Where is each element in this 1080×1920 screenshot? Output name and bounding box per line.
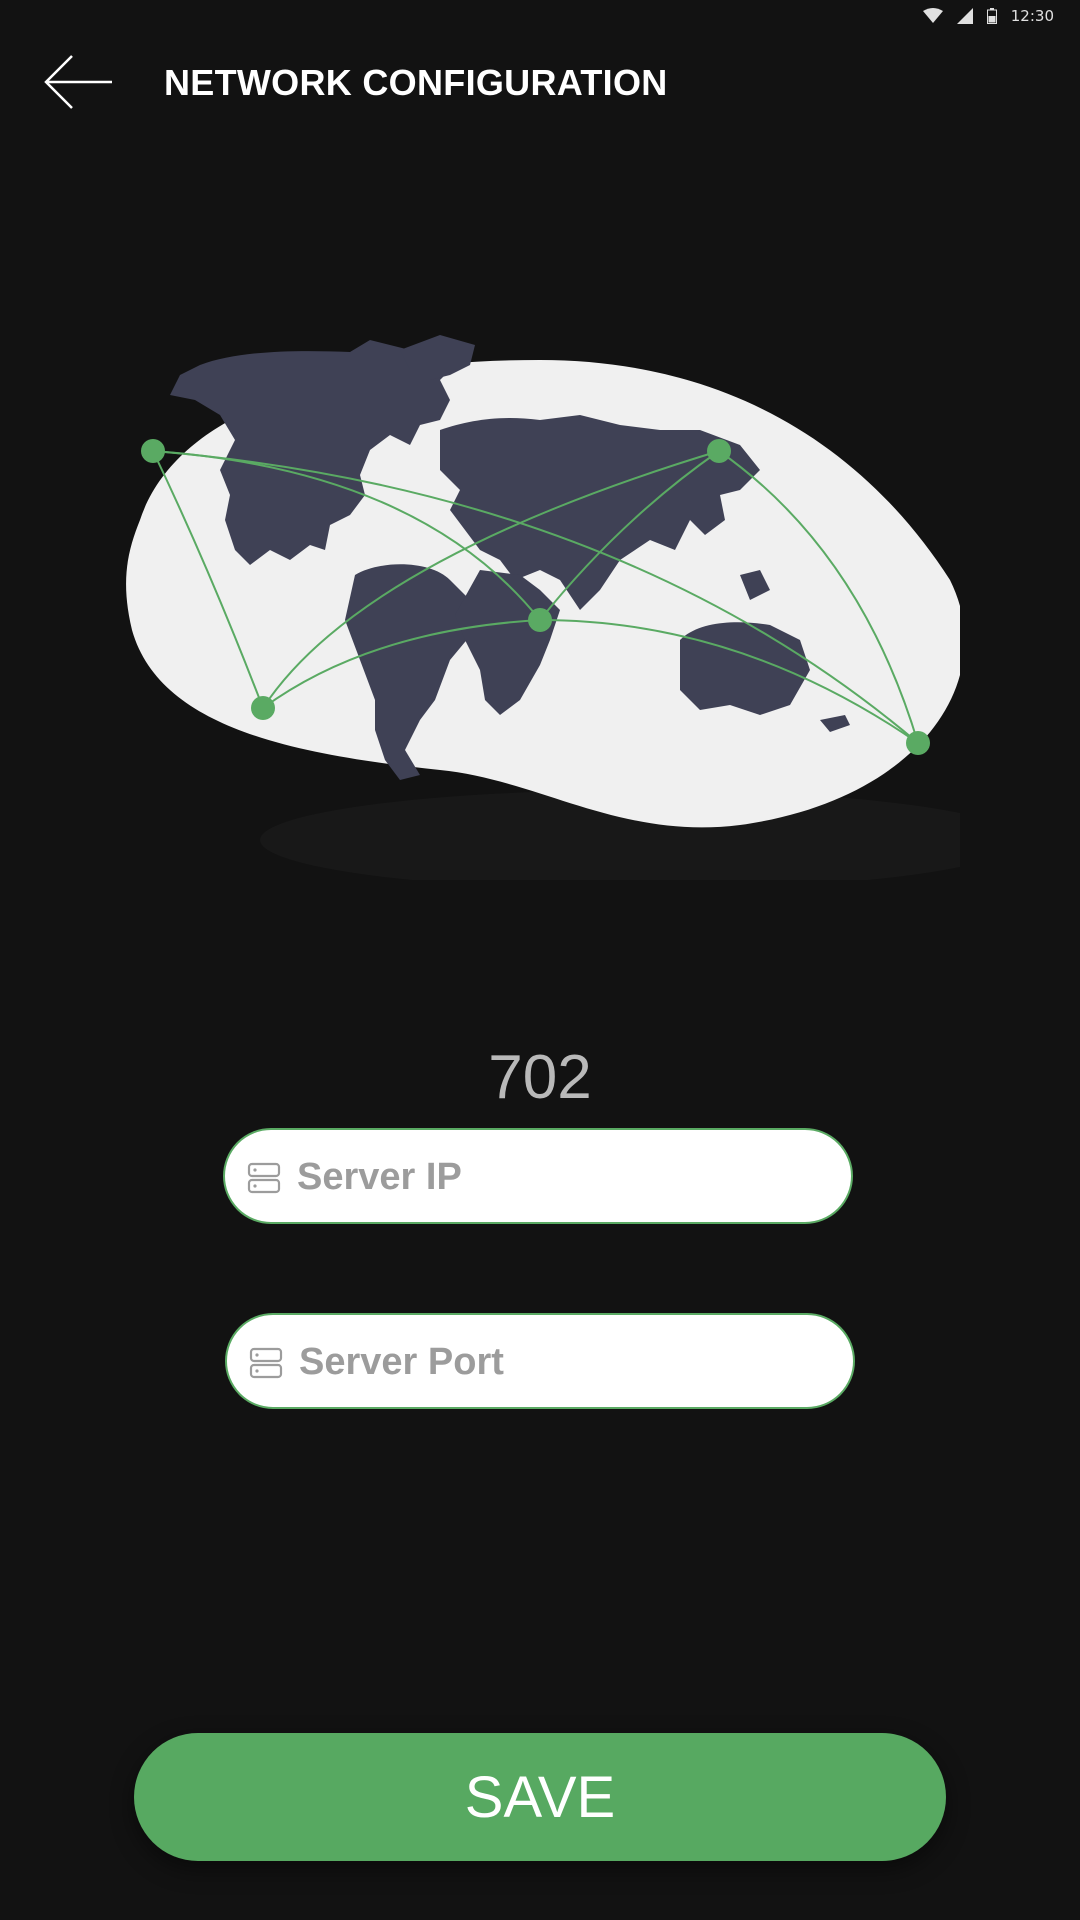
network-node	[528, 608, 552, 632]
server-ip-input[interactable]	[295, 1130, 829, 1224]
server-icon	[247, 1162, 281, 1194]
save-button[interactable]: SAVE	[134, 1733, 946, 1861]
config-code: 702	[488, 1043, 592, 1112]
cell-signal-icon	[956, 8, 973, 24]
continent-australia	[680, 622, 810, 715]
world-network-illustration	[120, 320, 1020, 890]
network-node	[707, 439, 731, 463]
server-port-field[interactable]	[225, 1313, 855, 1409]
server-ip-field[interactable]	[223, 1128, 853, 1224]
network-node	[141, 439, 165, 463]
world-map-image	[126, 335, 1020, 890]
wifi-icon	[922, 8, 943, 23]
server-port-input[interactable]	[297, 1315, 831, 1409]
status-icons: 12:30	[922, 4, 1054, 28]
page-title: NETWORK CONFIGURATION	[164, 62, 668, 103]
status-time: 12:30	[1010, 7, 1054, 25]
network-node	[906, 731, 930, 755]
network-node	[251, 696, 275, 720]
status-bar: 12:30	[0, 0, 1080, 30]
arrow-left-icon	[44, 55, 112, 109]
server-icon	[249, 1347, 283, 1379]
back-button[interactable]	[36, 48, 120, 116]
app-header: NETWORK CONFIGURATION	[0, 40, 1080, 124]
battery-icon	[986, 8, 997, 24]
